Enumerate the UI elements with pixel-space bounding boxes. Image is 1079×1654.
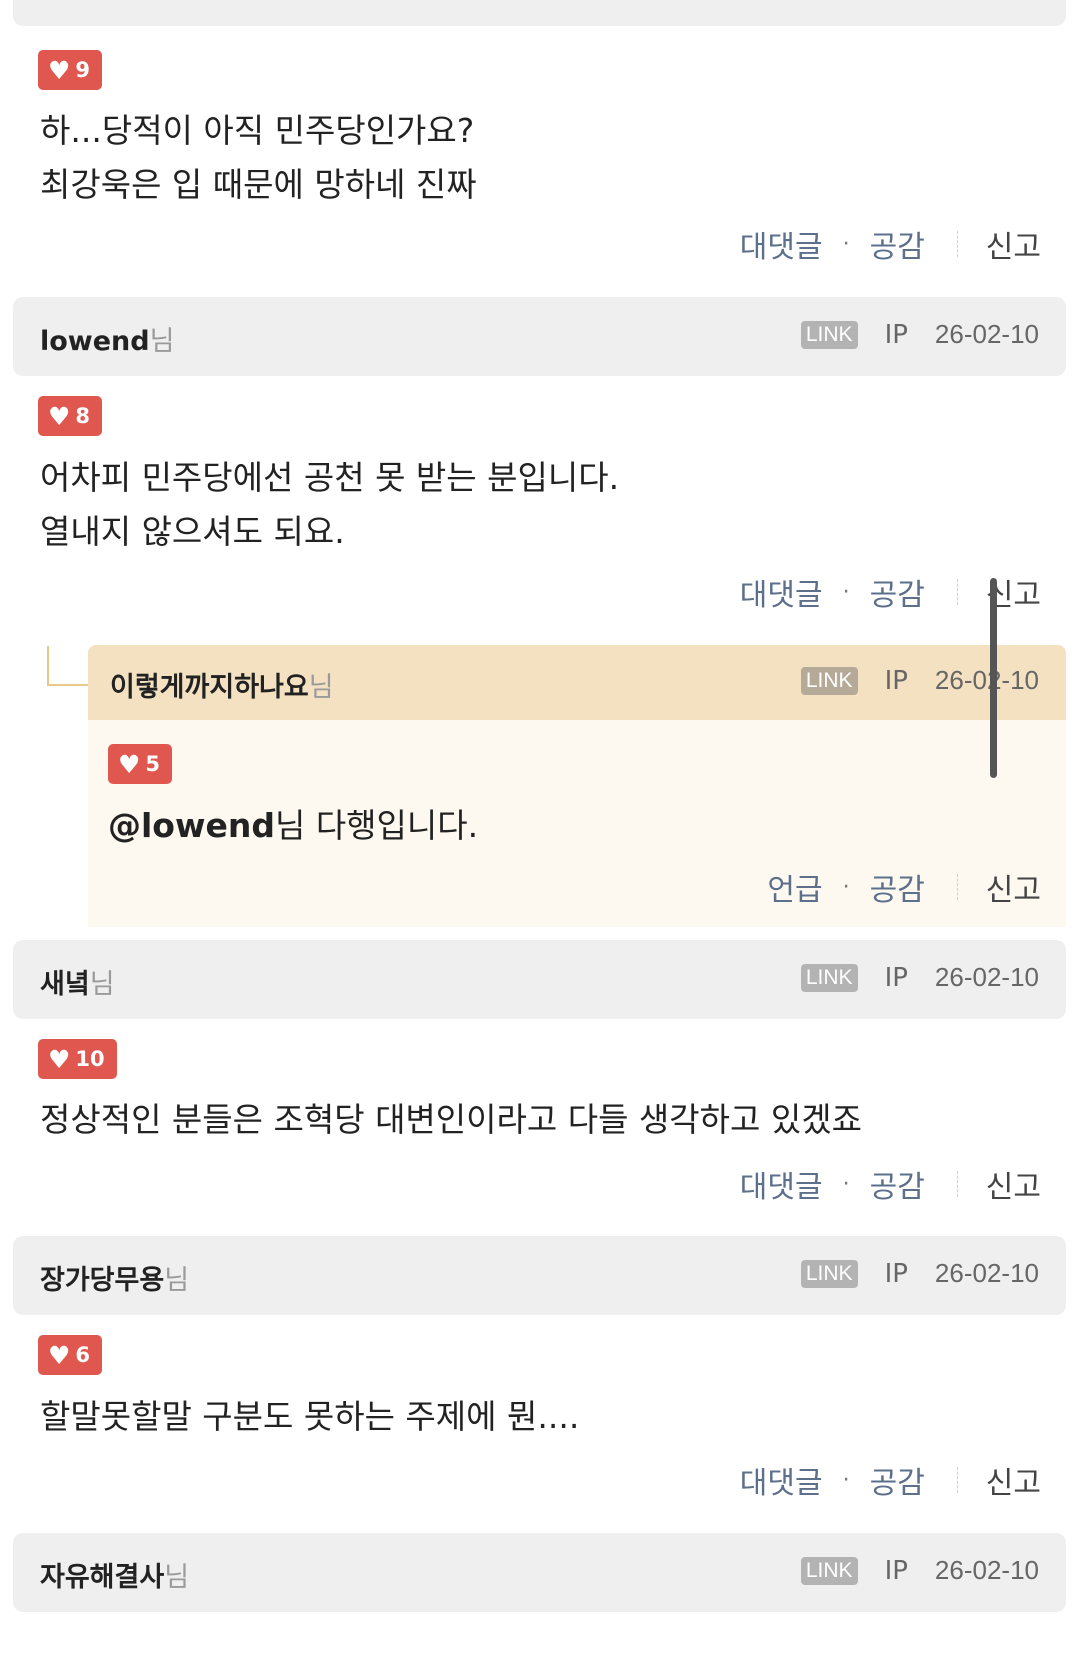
comment-date: 26-02-10 (934, 1555, 1039, 1585)
divider (956, 874, 958, 900)
divider (956, 231, 958, 257)
comment-list: ♥ 9 하...당적이 아직 민주당인가요? 최강욱은 입 때문에 망하네 진짜… (0, 0, 1079, 1654)
heart-icon: ♥ (48, 1340, 71, 1370)
reply-connector (47, 646, 89, 686)
comment-date: 26-02-10 (934, 1258, 1039, 1288)
heart-icon: ♥ (48, 1044, 71, 1074)
link-badge[interactable]: LINK (800, 1259, 858, 1288)
mention-button[interactable]: 언급 (767, 865, 822, 909)
comment-date: 26-02-10 (934, 962, 1039, 992)
author-name[interactable]: 새녘님 (40, 962, 115, 1001)
like-badge[interactable]: ♥ 9 (38, 50, 103, 90)
like-badge[interactable]: ♥ 5 (108, 744, 173, 784)
comment-meta: LINK IP 26-02-10 (800, 1258, 1039, 1289)
report-button[interactable]: 신고 (986, 222, 1041, 266)
separator-dot: · (842, 1171, 850, 1197)
mention-link[interactable]: @lowend (108, 806, 275, 845)
reply-button[interactable]: 대댓글 (740, 1162, 823, 1206)
divider (956, 1467, 958, 1493)
ip-label: IP (884, 962, 908, 993)
scrollbar-thumb[interactable] (990, 578, 997, 778)
comment-actions: 언급 · 공감 신고 (767, 865, 1041, 909)
empathy-button[interactable]: 공감 (870, 865, 925, 909)
author-name[interactable]: 이렇게까지하나요님 (110, 665, 334, 704)
like-badge[interactable]: ♥ 10 (38, 1039, 117, 1079)
divider (956, 579, 958, 605)
report-button[interactable]: 신고 (986, 865, 1041, 909)
link-badge[interactable]: LINK (800, 666, 858, 695)
comment-body: @lowend님 다행입니다. (108, 806, 479, 845)
report-button[interactable]: 신고 (986, 1458, 1041, 1502)
like-badge[interactable]: ♥ 8 (38, 396, 103, 436)
comment-date: 26-02-10 (934, 665, 1039, 695)
reply-header: 이렇게까지하나요님 LINK IP 26-02-10 (88, 645, 1066, 720)
author-name[interactable]: lowend님 (40, 319, 174, 358)
separator-dot: · (842, 874, 850, 900)
empathy-button[interactable]: 공감 (870, 570, 925, 614)
empathy-button[interactable]: 공감 (870, 1458, 925, 1502)
empathy-button[interactable]: 공감 (870, 222, 925, 266)
separator-dot: · (842, 579, 850, 605)
heart-icon: ♥ (48, 55, 71, 85)
comment-body: 어차피 민주당에선 공천 못 받는 분입니다. 열내지 않으셔도 되요. (40, 458, 620, 551)
heart-icon: ♥ (48, 401, 71, 431)
comment-meta: LINK IP 26-02-10 (800, 319, 1039, 350)
comment-header: 장가당무용님 LINK IP 26-02-10 (13, 1236, 1066, 1315)
link-badge[interactable]: LINK (800, 1556, 858, 1585)
comment-body: 정상적인 분들은 조혁당 대변인이라고 다들 생각하고 있겠죠 (40, 1100, 862, 1139)
report-button[interactable]: 신고 (986, 1162, 1041, 1206)
reply-button[interactable]: 대댓글 (740, 570, 823, 614)
comment-header: 자유해결사님 LINK IP 26-02-10 (13, 1533, 1066, 1612)
link-badge[interactable]: LINK (800, 963, 858, 992)
comment-actions: 대댓글 · 공감 신고 (740, 222, 1041, 266)
reply-button[interactable]: 대댓글 (740, 1458, 823, 1502)
like-badge[interactable]: ♥ 6 (38, 1335, 103, 1375)
author-name[interactable]: 장가당무용님 (40, 1258, 189, 1297)
comment-actions: 대댓글 · 공감 신고 (740, 1458, 1041, 1502)
ip-label: IP (884, 1555, 908, 1586)
divider (956, 1171, 958, 1197)
comment-date: 26-02-10 (934, 319, 1039, 349)
heart-icon: ♥ (118, 749, 141, 779)
author-name[interactable]: 자유해결사님 (40, 1555, 189, 1594)
ip-label: IP (884, 1258, 908, 1289)
comment-meta: LINK IP 26-02-10 (800, 665, 1039, 696)
reply-button[interactable]: 대댓글 (740, 222, 823, 266)
link-badge[interactable]: LINK (800, 320, 858, 349)
ip-label: IP (884, 319, 908, 350)
separator-dot: · (842, 231, 850, 257)
empathy-button[interactable]: 공감 (870, 1162, 925, 1206)
comment-body: 하...당적이 아직 민주당인가요? 최강욱은 입 때문에 망하네 진짜 (40, 111, 477, 204)
comment-header: lowend님 LINK IP 26-02-10 (13, 297, 1066, 376)
comment-meta: LINK IP 26-02-10 (800, 962, 1039, 993)
comment-meta: LINK IP 26-02-10 (800, 1555, 1039, 1586)
comment-header-cut (13, 0, 1066, 26)
ip-label: IP (884, 665, 908, 696)
separator-dot: · (842, 1467, 850, 1493)
comment-header: 새녘님 LINK IP 26-02-10 (13, 940, 1066, 1019)
comment-actions: 대댓글 · 공감 신고 (740, 1162, 1041, 1206)
comment-body: 할말못할말 구분도 못하는 주제에 뭔.... (40, 1397, 580, 1436)
